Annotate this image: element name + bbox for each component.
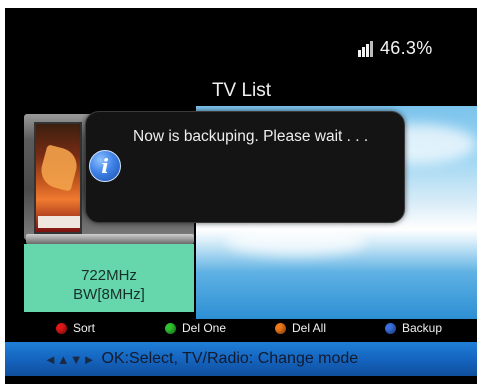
channel-thumbnail (34, 122, 82, 234)
legend-label: Del All (292, 321, 327, 335)
legend-label: Sort (73, 321, 96, 335)
page-title: TV List (211, 80, 272, 101)
legend-del-one[interactable]: Del One (165, 321, 226, 335)
frame-edge (0, 384, 483, 388)
signal-value: 46.3% (380, 38, 433, 58)
help-bar: ◄▲▼► OK:Select, TV/Radio: Change mode (0, 342, 483, 376)
dialog-message: Now is backuping. Please wait . . . (133, 128, 369, 145)
color-key-legend: Sort Del One Del All Backup (0, 316, 483, 340)
frequency-label: 722MHz (81, 267, 137, 284)
navigation-arrows-icon: ◄▲▼► (44, 351, 96, 367)
legend-del-all[interactable]: Del All (275, 321, 326, 335)
thumbnail-graphic (37, 144, 80, 192)
help-text: OK:Select, TV/Radio: Change mode (101, 350, 359, 367)
red-button-icon (56, 322, 67, 334)
signal-strength-icon (358, 40, 374, 57)
frame-edge (477, 0, 483, 388)
channel-info-panel: 722MHz BW[8MHz] (24, 244, 194, 312)
legend-sort[interactable]: Sort (56, 321, 95, 335)
frame-edge (0, 0, 483, 8)
thumbnail-stand (26, 234, 194, 244)
legend-label: Backup (402, 321, 443, 335)
signal-indicator: 46.3% (358, 38, 433, 59)
bandwidth-label: BW[8MHz] (73, 286, 145, 303)
legend-backup[interactable]: Backup (385, 321, 442, 335)
cloud (226, 226, 366, 256)
tv-screen: 722MHz BW[8MHz] 46.3% TV List i Now is b… (0, 0, 483, 388)
legend-label: Del One (182, 321, 227, 335)
frame-edge (0, 0, 5, 388)
thumbnail-caption (38, 216, 80, 228)
orange-button-icon (275, 322, 286, 334)
blue-button-icon (385, 322, 396, 334)
green-button-icon (165, 322, 176, 334)
info-icon: i (89, 150, 121, 182)
